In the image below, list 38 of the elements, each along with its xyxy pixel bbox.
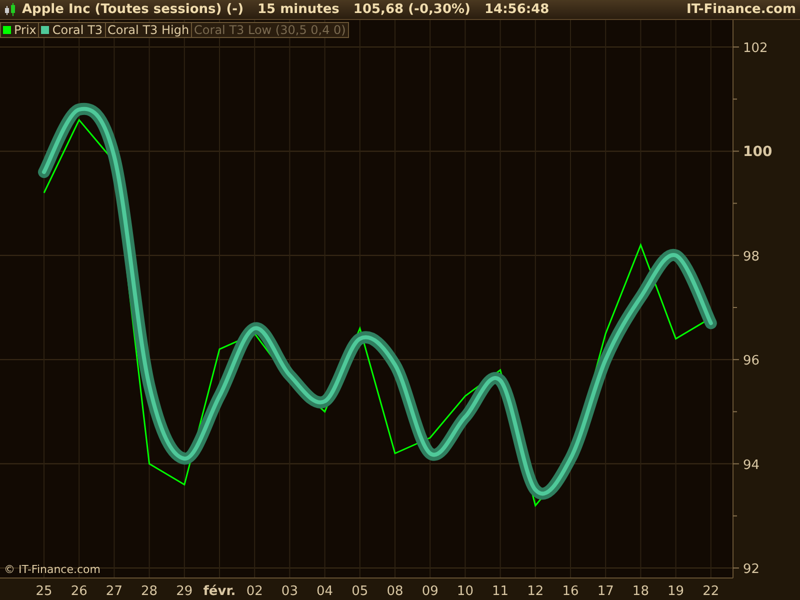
axis-label: 28: [141, 584, 158, 599]
axis-label: 102: [743, 41, 768, 56]
quote-time: 14:56:48: [484, 2, 550, 17]
axis-label: 09: [422, 584, 438, 599]
copyright-text: © IT-Finance.com: [4, 563, 100, 576]
axis-label: 08: [386, 584, 404, 599]
instrument-title: Apple Inc (Toutes sessions) (-): [22, 2, 244, 17]
axis-label: 25: [36, 584, 52, 599]
axis-label: 04: [316, 584, 334, 599]
axis-label: févr.: [203, 584, 236, 599]
brand-name: IT-Finance.com: [686, 2, 796, 17]
axis-label: 19: [668, 584, 684, 599]
axis-label: 100: [743, 144, 772, 160]
axis-label: 12: [527, 584, 544, 599]
axis-label: 17: [597, 584, 614, 599]
legend-item[interactable]: Prix: [1, 23, 40, 37]
axis-label: 27: [106, 584, 122, 599]
color-swatch: [3, 26, 11, 34]
legend-item[interactable]: Coral T3: [39, 23, 106, 37]
legend-item[interactable]: Coral T3 High: [106, 23, 192, 37]
color-swatch: [41, 26, 50, 34]
axis-label: 94: [743, 458, 760, 473]
axis-label: 26: [70, 584, 88, 599]
axis-label: 92: [743, 562, 760, 577]
axis-label: 16: [562, 584, 579, 599]
axis-label: 29: [176, 584, 193, 599]
axis-label: 03: [281, 584, 298, 599]
interval-label: 15 minutes: [258, 2, 340, 17]
axis-label: 05: [352, 584, 368, 599]
axis-label: 98: [743, 249, 760, 264]
axis-label: 18: [632, 584, 649, 599]
axis-label: 02: [246, 584, 263, 599]
price-quote: 105,68 (-0,30%): [353, 2, 470, 17]
axis-label: 96: [743, 354, 760, 369]
candlestick-icon: [4, 2, 16, 16]
axis-label: 11: [492, 584, 509, 599]
axis-label: 22: [702, 584, 720, 599]
axis-label: 10: [456, 584, 474, 599]
